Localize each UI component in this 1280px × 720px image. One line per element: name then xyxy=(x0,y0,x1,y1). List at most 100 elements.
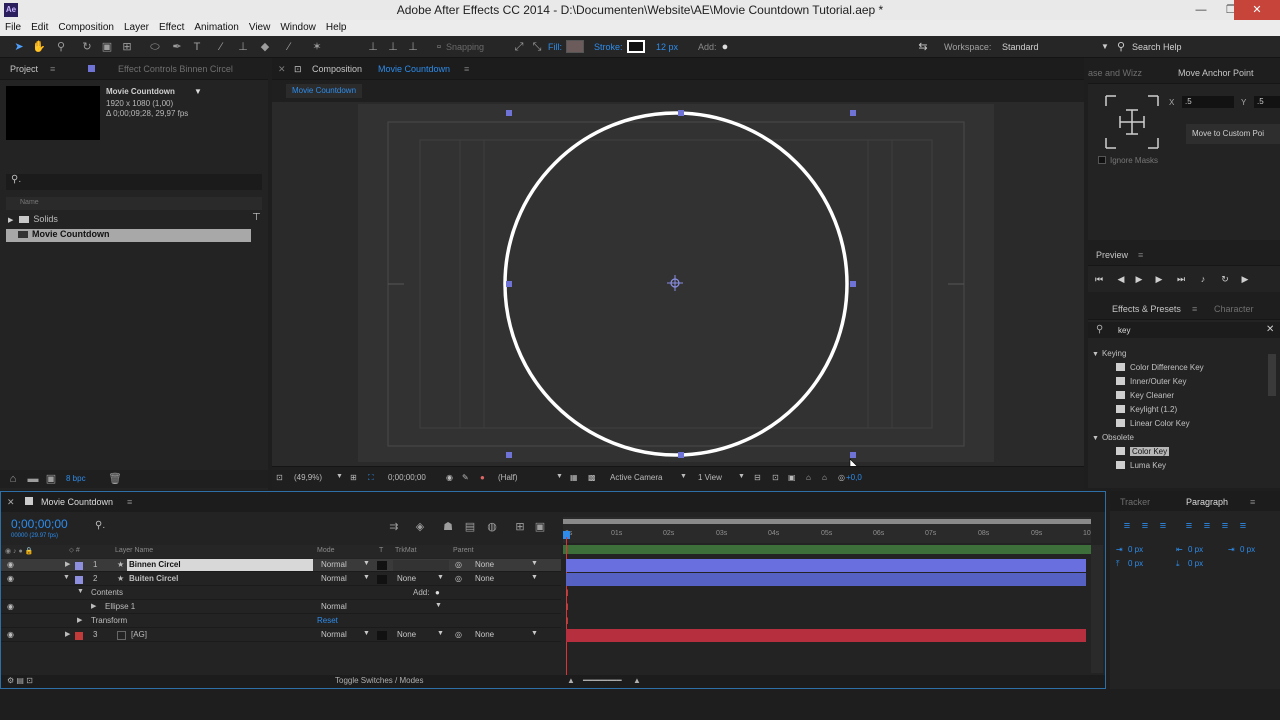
layer-row-1[interactable]: ◉ ▶ 1 ★ Binnen Circel Normal ▼ ◎ None ▼ xyxy=(1,559,561,572)
puppet-tool-icon[interactable]: ✶ xyxy=(310,40,324,54)
parent-dropdown-arrow-icon[interactable]: ▼ xyxy=(531,574,538,585)
effect-keylight[interactable]: Keylight (1.2) xyxy=(1116,405,1177,414)
hand-tool-icon[interactable]: ✋ xyxy=(32,40,46,54)
ellipse-tool-icon[interactable]: ⬭ xyxy=(148,40,162,54)
expand-layer-icon[interactable]: ▶ xyxy=(65,630,70,638)
trkmat-dropdown[interactable]: None xyxy=(397,630,416,641)
collapse-contents-icon[interactable]: ▼ xyxy=(77,588,84,595)
mode-dropdown-arrow-icon[interactable]: ▼ xyxy=(363,574,370,585)
previous-frame-icon[interactable]: ◀ xyxy=(1114,272,1128,286)
timeline-menu-icon[interactable]: ≡ xyxy=(127,497,132,507)
draft-3d-icon[interactable]: ◈ xyxy=(413,520,427,534)
audio-icon[interactable]: ♪ xyxy=(1196,272,1210,286)
workspace-dropdown-icon[interactable]: ▼ xyxy=(1098,40,1112,54)
ignore-masks-checkbox[interactable] xyxy=(1098,156,1106,164)
project-search-input[interactable]: ⚲. xyxy=(6,174,262,190)
resolution-dropdown[interactable]: (Half) xyxy=(498,473,518,482)
align-right-icon[interactable]: ≡ xyxy=(1156,519,1170,533)
category-obsolete[interactable]: ▼ Obsolete xyxy=(1092,433,1134,442)
transparency-grid-icon[interactable]: ▩ xyxy=(588,473,596,482)
axis-local-icon[interactable]: ⊥ xyxy=(366,40,380,54)
paragraph-menu-icon[interactable]: ≡ xyxy=(1250,497,1255,507)
timeline-search-icon[interactable]: ⚲. xyxy=(95,520,105,531)
move-to-custom-point-button[interactable]: Move to Custom Poi xyxy=(1186,124,1280,144)
timeline-tab-name[interactable]: Movie Countdown xyxy=(41,497,113,507)
axis-view-icon[interactable]: ⊥ xyxy=(406,40,420,54)
workspace-select[interactable]: Standard xyxy=(1002,42,1039,52)
timeline-icon[interactable]: ▣ xyxy=(788,473,796,482)
tab-effect-controls[interactable]: Effect Controls Binnen Circel xyxy=(118,64,233,74)
pen-tool-icon[interactable]: ✒ xyxy=(170,40,184,54)
graph-editor-icon[interactable]: ⊞ xyxy=(513,520,527,534)
bbox-handle-tc[interactable] xyxy=(678,110,684,116)
label-color-swatch[interactable] xyxy=(75,632,83,640)
space-after-value[interactable]: 0 px xyxy=(1188,559,1203,568)
keyframe-marker-icon[interactable]: I xyxy=(566,602,569,612)
zoom-in-icon[interactable]: ▲ xyxy=(633,676,641,685)
comp-flowchart-icon[interactable]: ⌂ xyxy=(806,473,811,482)
anchor-point-icon[interactable] xyxy=(667,275,683,291)
visibility-eye-icon[interactable]: ◉ xyxy=(7,630,14,639)
camera-dropdown[interactable]: Active Camera xyxy=(610,473,662,482)
layer-name[interactable]: Buiten Circel xyxy=(129,574,178,583)
new-comp-icon[interactable]: ▣ xyxy=(44,472,58,486)
column-name-header[interactable]: Name xyxy=(6,197,262,210)
type-tool-icon[interactable]: T xyxy=(190,40,204,54)
parent-dropdown-arrow-icon[interactable]: ▼ xyxy=(531,630,538,641)
trkmat-dropdown-arrow-icon[interactable]: ▼ xyxy=(437,574,444,585)
space-before-value[interactable]: 0 px xyxy=(1128,559,1143,568)
hide-shy-layers-icon[interactable]: ☗ xyxy=(441,520,455,534)
trkmat-dropdown-arrow-icon[interactable]: ▼ xyxy=(437,630,444,641)
effect-key-cleaner[interactable]: Key Cleaner xyxy=(1116,391,1174,400)
first-frame-icon[interactable]: ⏮ xyxy=(1092,272,1106,286)
preserve-transparency-checkbox[interactable] xyxy=(377,631,387,640)
exposure-icon[interactable]: ◎ xyxy=(838,473,845,482)
justify-right-icon[interactable]: ≡ xyxy=(1218,519,1232,533)
menu-layer[interactable]: Layer xyxy=(119,20,154,33)
tab-character[interactable]: Character xyxy=(1214,304,1254,314)
always-preview-icon[interactable]: ⊡ xyxy=(276,473,283,482)
expand-transform-icon[interactable]: ▶ xyxy=(77,616,82,624)
label-color-swatch[interactable] xyxy=(75,562,83,570)
tab-ease-and-wizz[interactable]: ase and Wizz xyxy=(1088,68,1142,78)
bbox-handle-br[interactable] xyxy=(850,452,856,458)
justify-center-icon[interactable]: ≡ xyxy=(1200,519,1214,533)
layer-name[interactable]: [AG] xyxy=(131,630,147,639)
menu-effect[interactable]: Effect xyxy=(154,20,189,33)
menu-file[interactable]: File xyxy=(0,20,26,33)
play-icon[interactable]: ▶ xyxy=(1132,272,1146,286)
camera-dropdown-arrow-icon[interactable]: ▼ xyxy=(680,473,687,480)
parent-dropdown[interactable]: None xyxy=(475,630,494,641)
parent-dropdown[interactable]: None xyxy=(475,574,494,585)
comp-breadcrumb[interactable]: Movie Countdown xyxy=(286,84,363,98)
tab-paragraph[interactable]: Paragraph xyxy=(1186,497,1228,507)
bbox-handle-bc[interactable] xyxy=(678,452,684,458)
effect-color-key[interactable]: Color Key xyxy=(1116,447,1170,456)
bbox-handle-tl[interactable] xyxy=(506,110,512,116)
resolution-dropdown-arrow-icon[interactable]: ▼ xyxy=(556,473,563,480)
search-help-input[interactable]: Search Help xyxy=(1132,42,1182,52)
effects-menu-icon[interactable]: ≡ xyxy=(1192,304,1197,314)
bbox-handle-bl[interactable] xyxy=(506,452,512,458)
reset-link[interactable]: Reset xyxy=(317,616,338,625)
toggle-switches-modes-button[interactable]: Toggle Switches / Modes xyxy=(335,676,424,685)
bbox-handle-mr[interactable] xyxy=(850,281,856,287)
layer-row-2[interactable]: ◉ ▼ 2 ★ Buiten Circel Normal ▼ None ▼ ◎ … xyxy=(1,573,561,586)
tab-tracker[interactable]: Tracker xyxy=(1120,497,1150,507)
snapshot-icon[interactable]: ◉ xyxy=(446,473,453,482)
layer-1-duration-bar[interactable] xyxy=(566,559,1086,572)
last-frame-icon[interactable]: ⏭ xyxy=(1174,272,1188,286)
new-folder-icon[interactable]: ▬ xyxy=(26,472,40,486)
trkmat-dropdown[interactable]: None xyxy=(397,574,416,585)
contents-row[interactable]: ▼ Contents Add: ● xyxy=(1,587,561,600)
justify-all-icon[interactable]: ≡ xyxy=(1236,519,1250,533)
effects-scrollbar[interactable] xyxy=(1268,354,1276,396)
keyframe-marker-icon[interactable]: I xyxy=(566,616,569,626)
col-mode[interactable]: Mode xyxy=(317,547,335,554)
x-input[interactable]: .5 xyxy=(1182,96,1234,108)
close-tab-icon[interactable]: ✕ xyxy=(278,64,286,75)
visibility-eye-icon[interactable]: ◉ xyxy=(7,560,14,569)
clone-stamp-tool-icon[interactable]: ⊥ xyxy=(236,40,250,54)
trkmat-dropdown[interactable] xyxy=(393,560,449,571)
preserve-transparency-checkbox[interactable] xyxy=(377,561,387,570)
